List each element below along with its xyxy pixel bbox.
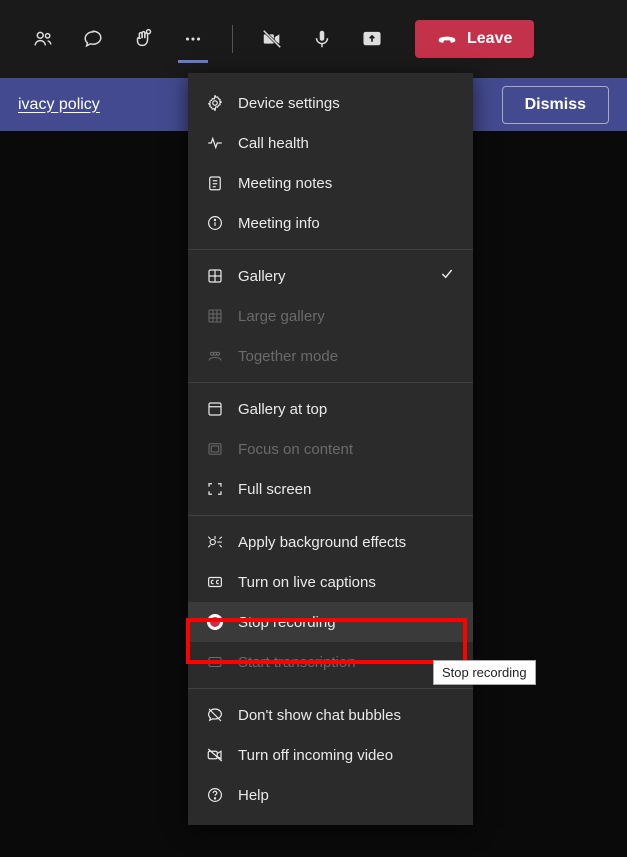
- chat-icon[interactable]: [68, 19, 118, 59]
- fullscreen-icon: [206, 480, 224, 498]
- leave-label: Leave: [467, 30, 512, 48]
- share-screen-icon[interactable]: [347, 19, 397, 59]
- menu-label: Apply background effects: [238, 534, 406, 551]
- menu-item-stop-recording[interactable]: Stop recording: [188, 602, 473, 642]
- chat-off-icon: [206, 706, 224, 724]
- closed-captions-icon: [206, 573, 224, 591]
- pulse-icon: [206, 134, 224, 152]
- menu-item-hide-chat-bubbles[interactable]: Don't show chat bubbles: [188, 695, 473, 735]
- menu-item-large-gallery: Large gallery: [188, 296, 473, 336]
- menu-separator: [188, 515, 473, 516]
- help-icon: [206, 786, 224, 804]
- microphone-icon[interactable]: [297, 19, 347, 59]
- checkmark-icon: [439, 266, 455, 286]
- menu-item-live-captions[interactable]: Turn on live captions: [188, 562, 473, 602]
- menu-label: Gallery at top: [238, 401, 327, 418]
- more-actions-menu: Device settings Call health Meeting note…: [188, 73, 473, 825]
- menu-label: Turn on live captions: [238, 574, 376, 591]
- menu-item-start-transcription: Start transcription: [188, 642, 473, 682]
- menu-label: Focus on content: [238, 441, 353, 458]
- video-off-icon: [206, 746, 224, 764]
- menu-item-gallery[interactable]: Gallery: [188, 256, 473, 296]
- menu-item-apply-background[interactable]: Apply background effects: [188, 522, 473, 562]
- tooltip: Stop recording: [433, 660, 536, 685]
- menu-separator: [188, 249, 473, 250]
- menu-label: Don't show chat bubbles: [238, 707, 401, 724]
- dismiss-button[interactable]: Dismiss: [502, 86, 609, 124]
- meeting-toolbar: Leave: [0, 0, 627, 78]
- focus-icon: [206, 440, 224, 458]
- menu-label: Turn off incoming video: [238, 747, 393, 764]
- record-icon: [206, 613, 224, 631]
- menu-item-turn-off-incoming-video[interactable]: Turn off incoming video: [188, 735, 473, 775]
- active-tab-indicator: [178, 60, 208, 63]
- background-effects-icon: [206, 533, 224, 551]
- grid-icon: [206, 267, 224, 285]
- menu-label: Together mode: [238, 348, 338, 365]
- menu-label: Gallery: [238, 268, 286, 285]
- menu-label: Start transcription: [238, 654, 356, 671]
- reactions-icon[interactable]: [118, 19, 168, 59]
- info-icon: [206, 214, 224, 232]
- menu-label: Large gallery: [238, 308, 325, 325]
- menu-label: Device settings: [238, 95, 340, 112]
- menu-item-device-settings[interactable]: Device settings: [188, 83, 473, 123]
- menu-label: Meeting notes: [238, 175, 332, 192]
- menu-item-gallery-top[interactable]: Gallery at top: [188, 389, 473, 429]
- privacy-policy-link[interactable]: ivacy policy: [18, 96, 100, 114]
- camera-off-icon[interactable]: [247, 19, 297, 59]
- leave-button[interactable]: Leave: [415, 20, 534, 58]
- menu-separator: [188, 688, 473, 689]
- gear-icon: [206, 94, 224, 112]
- toolbar-separator: [232, 25, 233, 53]
- menu-item-meeting-info[interactable]: Meeting info: [188, 203, 473, 243]
- menu-item-meeting-notes[interactable]: Meeting notes: [188, 163, 473, 203]
- menu-label: Help: [238, 787, 269, 804]
- notes-icon: [206, 174, 224, 192]
- menu-label: Full screen: [238, 481, 311, 498]
- menu-separator: [188, 382, 473, 383]
- menu-item-call-health[interactable]: Call health: [188, 123, 473, 163]
- large-grid-icon: [206, 307, 224, 325]
- more-actions-button[interactable]: [168, 19, 218, 59]
- menu-item-help[interactable]: Help: [188, 775, 473, 815]
- gallery-top-icon: [206, 400, 224, 418]
- menu-label: Call health: [238, 135, 309, 152]
- transcription-icon: [206, 653, 224, 671]
- menu-item-together-mode: Together mode: [188, 336, 473, 376]
- menu-label: Stop recording: [238, 614, 336, 631]
- together-icon: [206, 347, 224, 365]
- menu-item-full-screen[interactable]: Full screen: [188, 469, 473, 509]
- dismiss-label: Dismiss: [525, 96, 586, 113]
- menu-label: Meeting info: [238, 215, 320, 232]
- people-icon[interactable]: [18, 19, 68, 59]
- menu-item-focus-content: Focus on content: [188, 429, 473, 469]
